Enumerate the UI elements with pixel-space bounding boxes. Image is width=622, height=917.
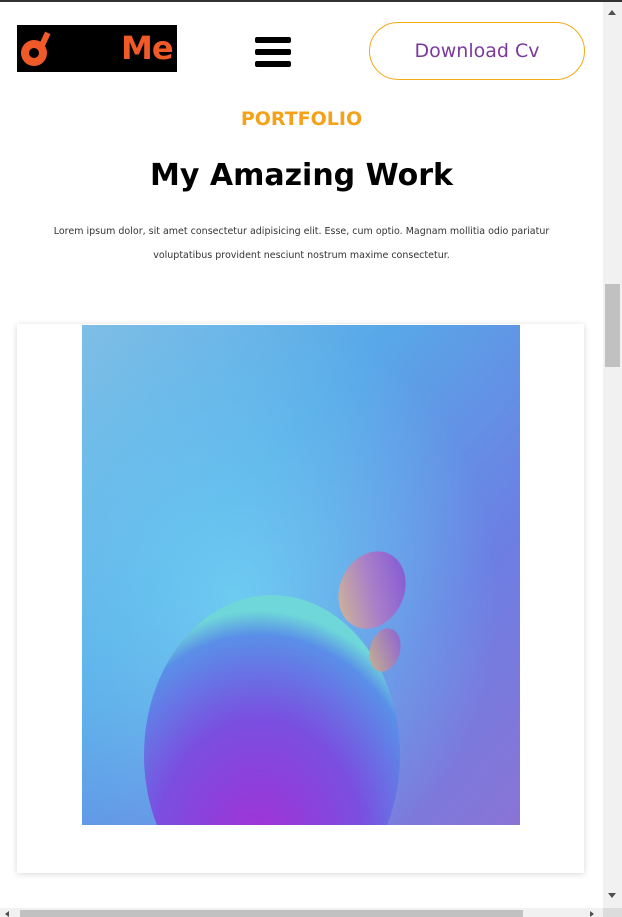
scroll-left-arrow-icon[interactable] [5, 911, 9, 917]
horizontal-scrollbar[interactable] [0, 908, 603, 917]
portfolio-card[interactable] [17, 324, 584, 873]
site-logo[interactable]: Me [17, 25, 177, 72]
logo-mark-icon [21, 31, 51, 66]
hamburger-menu-icon[interactable] [255, 36, 291, 68]
download-cv-button[interactable]: Download Cv [369, 22, 585, 80]
vertical-scrollbar[interactable] [603, 2, 622, 908]
section-title: My Amazing Work [150, 158, 453, 193]
page-content: Me Download Cv PORTFOLIO My Amazing Work… [0, 2, 603, 908]
description-line-2: voluptatibus provident nesciunt nostrum … [153, 250, 450, 261]
scrollbar-corner [603, 908, 622, 917]
description-line-1: Lorem ipsum dolor, sit amet consectetur … [53, 226, 550, 237]
menu-bar-bottom [255, 61, 291, 67]
scroll-down-arrow-icon[interactable] [608, 893, 616, 898]
vertical-scroll-thumb[interactable] [605, 284, 620, 367]
portfolio-image[interactable] [82, 325, 520, 825]
section-eyebrow: PORTFOLIO [240, 108, 363, 130]
browser-viewport: Me Download Cv PORTFOLIO My Amazing Work… [0, 0, 622, 917]
scroll-right-arrow-icon[interactable] [590, 911, 594, 917]
menu-bar-middle [255, 49, 291, 55]
logo-text: Me [121, 29, 174, 67]
scroll-up-arrow-icon[interactable] [608, 10, 616, 15]
section-description: Lorem ipsum dolor, sit amet consectetur … [50, 220, 553, 268]
menu-bar-top [255, 37, 291, 43]
horizontal-scroll-thumb[interactable] [20, 910, 523, 917]
